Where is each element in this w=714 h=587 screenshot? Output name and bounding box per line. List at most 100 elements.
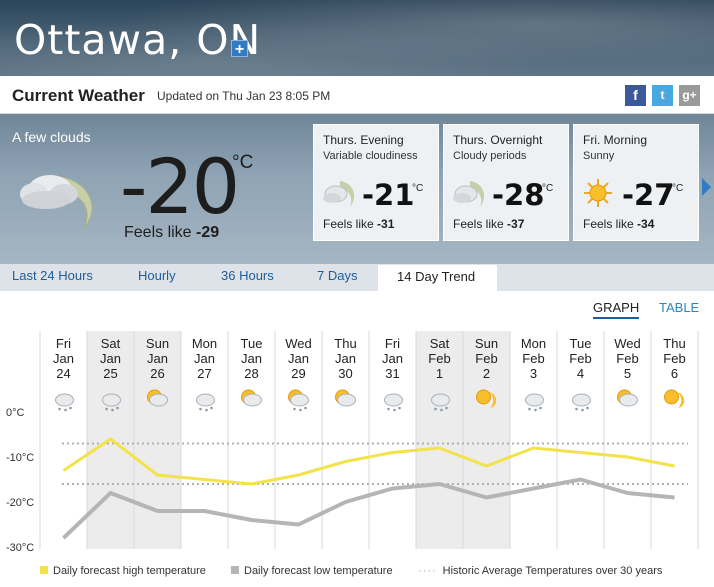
day-number: 4 bbox=[577, 366, 584, 381]
forecast-period: Thurs. Overnight bbox=[453, 133, 543, 147]
legend-dotted-line-icon: ···· bbox=[418, 565, 437, 577]
forecast-feels-like: Feels like -34 bbox=[583, 217, 654, 231]
facebook-icon[interactable]: f bbox=[625, 85, 646, 106]
day-number: 5 bbox=[624, 366, 631, 381]
sun-snow-icon bbox=[288, 389, 309, 412]
month: Feb bbox=[475, 351, 497, 366]
weather-page: { "header": {"city": "Ottawa, ON", "add_… bbox=[0, 0, 714, 587]
google-plus-icon[interactable]: g+ bbox=[679, 85, 700, 106]
month: Jan bbox=[382, 351, 403, 366]
feels-like: Feels like -29 bbox=[124, 224, 219, 242]
tab-last-24-hours[interactable]: Last 24 Hours bbox=[12, 264, 93, 291]
day-of-week: Wed bbox=[614, 336, 641, 351]
y-tick-label: 0°C bbox=[6, 407, 25, 419]
day-of-week: Fri bbox=[56, 336, 71, 351]
feels-like-value: -29 bbox=[196, 224, 220, 241]
day-of-week: Sat bbox=[101, 336, 121, 351]
sun-icon bbox=[664, 389, 685, 408]
current-temperature: -20 bbox=[120, 142, 240, 231]
day-number: 2 bbox=[483, 366, 490, 381]
city-name: Ottawa, ON bbox=[14, 16, 262, 64]
snow-cloud-icon bbox=[384, 393, 403, 412]
month: Jan bbox=[53, 351, 74, 366]
day-number: 29 bbox=[291, 366, 305, 381]
month: Feb bbox=[428, 351, 450, 366]
month: Feb bbox=[616, 351, 638, 366]
legend-historic: ···· Historic Average Temperatures over 3… bbox=[418, 565, 662, 577]
day-number: 24 bbox=[56, 366, 70, 381]
forecast-description: Variable cloudiness bbox=[323, 150, 418, 162]
day-number: 3 bbox=[530, 366, 537, 381]
tab-hourly[interactable]: Hourly bbox=[138, 264, 176, 291]
forecast-description: Cloudy periods bbox=[453, 150, 527, 162]
month: Feb bbox=[663, 351, 685, 366]
table-toggle[interactable]: TABLE bbox=[659, 300, 699, 315]
forecast-temperature: -28 bbox=[492, 178, 545, 212]
legend-swatch-low bbox=[231, 566, 239, 574]
forecast-temperature: -27 bbox=[622, 178, 675, 212]
legend-historic-label: Historic Average Temperatures over 30 ye… bbox=[442, 565, 663, 577]
legend-high: Daily forecast high temperature bbox=[40, 565, 206, 577]
day-number: 30 bbox=[338, 366, 352, 381]
sun-cloud-icon bbox=[241, 389, 262, 407]
next-arrow-icon[interactable] bbox=[702, 178, 711, 196]
cloudy-night-icon bbox=[322, 177, 358, 214]
month: Jan bbox=[288, 351, 309, 366]
day-of-week: Mon bbox=[521, 336, 546, 351]
cloudy-night-icon bbox=[14, 156, 106, 237]
feels-like-value: -34 bbox=[637, 217, 655, 231]
forecast-description: Sunny bbox=[583, 150, 615, 162]
legend-high-label: Daily forecast high temperature bbox=[53, 565, 206, 577]
month: Jan bbox=[147, 351, 168, 366]
day-number: 27 bbox=[197, 366, 211, 381]
tab-7-days[interactable]: 7 Days bbox=[317, 264, 357, 291]
section-title: Current Weather bbox=[12, 86, 145, 105]
snow-cloud-icon bbox=[196, 393, 215, 412]
forecast-feels-like: Feels like -31 bbox=[323, 217, 394, 231]
month: Jan bbox=[100, 351, 121, 366]
day-number: 25 bbox=[103, 366, 117, 381]
cloudy-night-icon bbox=[452, 177, 488, 214]
snow-cloud-icon bbox=[572, 393, 591, 412]
day-of-week: Fri bbox=[385, 336, 400, 351]
forecast-card[interactable]: Fri. Morning Sunny -27 °C Feels like -34 bbox=[573, 124, 699, 241]
tab-14-day-trend[interactable]: 14 Day Trend bbox=[378, 265, 497, 292]
city-banner: Ottawa, ON + bbox=[0, 0, 714, 76]
month: Feb bbox=[522, 351, 544, 366]
forecast-period: Fri. Morning bbox=[583, 133, 648, 147]
month: Feb bbox=[569, 351, 591, 366]
current-condition-text: A few clouds bbox=[12, 129, 91, 145]
snow-icon bbox=[525, 393, 544, 412]
twitter-icon[interactable]: t bbox=[652, 85, 673, 106]
forecast-unit: °C bbox=[412, 183, 424, 194]
day-of-week: Wed bbox=[285, 336, 312, 351]
graph-toggle[interactable]: GRAPH bbox=[593, 300, 640, 319]
month: Jan bbox=[241, 351, 262, 366]
forecast-feels-like: Feels like -37 bbox=[453, 217, 524, 231]
feels-like-label: Feels like bbox=[453, 217, 504, 231]
feels-like-label: Feels like bbox=[124, 224, 192, 241]
forecast-card[interactable]: Thurs. Evening Variable cloudiness -21 °… bbox=[313, 124, 439, 241]
y-tick-label: -30°C bbox=[6, 542, 34, 554]
legend-low: Daily forecast low temperature bbox=[231, 565, 393, 577]
add-city-button[interactable]: + bbox=[231, 40, 248, 58]
day-of-week: Thu bbox=[663, 336, 685, 351]
legend-low-label: Daily forecast low temperature bbox=[244, 565, 393, 577]
month: Jan bbox=[194, 351, 215, 366]
feels-like-value: -31 bbox=[377, 217, 395, 231]
day-of-week: Sat bbox=[430, 336, 450, 351]
day-of-week: Sun bbox=[475, 336, 498, 351]
temperature-trend-chart: FriJan24SatJan25SunJan26MonJan27TueJan28… bbox=[6, 331, 699, 554]
day-of-week: Sun bbox=[146, 336, 169, 351]
feels-like-value: -37 bbox=[507, 217, 525, 231]
temperature-unit: °C bbox=[232, 152, 254, 173]
y-tick-label: -20°C bbox=[6, 497, 34, 509]
forecast-unit: °C bbox=[672, 183, 684, 194]
forecast-card[interactable]: Thurs. Overnight Cloudy periods -28 °C F… bbox=[443, 124, 569, 241]
tab-36-hours[interactable]: 36 Hours bbox=[221, 264, 274, 291]
sun-icon bbox=[582, 177, 618, 214]
updated-timestamp: Updated on Thu Jan 23 8:05 PM bbox=[157, 89, 331, 103]
feels-like-label: Feels like bbox=[583, 217, 634, 231]
forecast-unit: °C bbox=[542, 183, 554, 194]
y-tick-label: -10°C bbox=[6, 452, 34, 464]
